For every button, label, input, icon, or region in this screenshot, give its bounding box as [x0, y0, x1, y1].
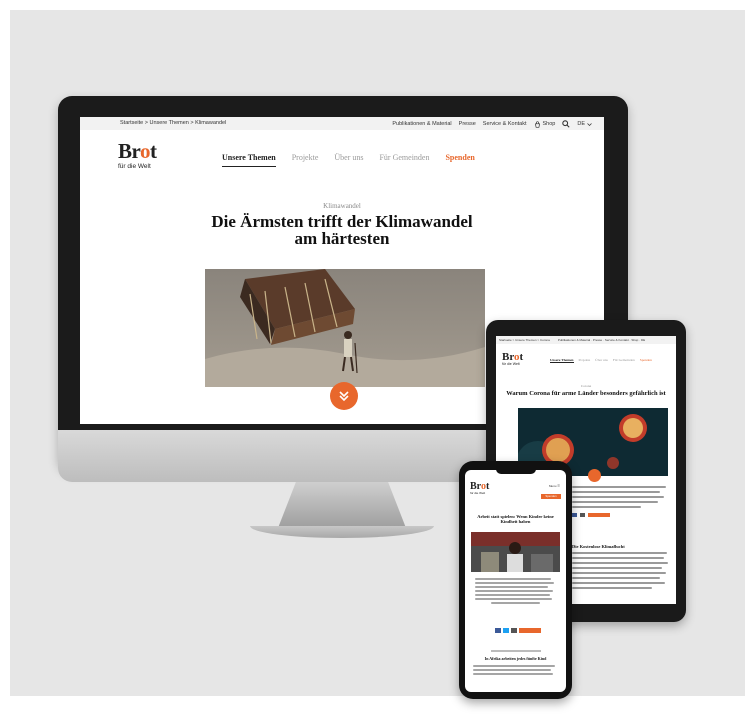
shop-icon — [534, 120, 540, 128]
tablet-intro-text — [572, 486, 670, 517]
phone-notch — [496, 466, 536, 474]
tablet-section-heading: Die Kostenlose Klimaflucht — [572, 544, 625, 549]
hero-image — [205, 269, 485, 387]
tablet-nav-projekte[interactable]: Projekte — [579, 358, 591, 363]
tablet-nav-unsere-themen[interactable]: Unsere Themen — [550, 358, 574, 363]
tablet-logo-subline: für die Welt — [502, 362, 520, 366]
logo-subline: für die Welt — [118, 163, 151, 170]
tablet-main-nav: Unsere Themen Projekte Über uns Für Geme… — [550, 358, 652, 363]
hamburger-icon: ☰ — [557, 484, 560, 488]
nav-item-projekte[interactable]: Projekte — [292, 153, 319, 167]
phone-donate-button[interactable]: Spenden — [541, 494, 561, 499]
shop-label: Shop — [542, 121, 556, 127]
tablet-brand-logo[interactable]: Brot für die Welt — [502, 352, 523, 367]
tablet-section-text — [572, 552, 672, 592]
phone-intro-text — [475, 578, 556, 606]
language-select[interactable]: DE — [577, 121, 592, 127]
article-headline: Die Ärmsten trifft der Klimawandel am hä… — [80, 213, 604, 247]
tablet-article-headline: Warum Corona für arme Länder besonders g… — [506, 390, 666, 397]
scroll-down-button[interactable] — [330, 382, 358, 410]
chevron-double-down-icon — [339, 391, 349, 402]
tablet-scroll-down-button[interactable] — [588, 469, 601, 482]
article-kicker: Klimawandel — [323, 202, 361, 210]
phone-menu-label: Menu — [548, 484, 557, 488]
tablet-topbar: Startseite > Unsere Themen > Corona Publ… — [496, 336, 676, 344]
nav-item-ueber-uns[interactable]: Über uns — [334, 153, 363, 167]
phone-screen: Brot für die Welt Menu ☰ Spenden Arbeit … — [465, 470, 566, 692]
logo-wordmark: Brot — [118, 139, 157, 163]
tablet-utility-nav[interactable]: Publikationen & Material · Presse · Serv… — [558, 338, 645, 342]
phone-share-icon[interactable] — [511, 628, 517, 633]
language-label: DE — [577, 121, 585, 127]
utility-link-press[interactable]: Presse — [459, 121, 476, 127]
phone-logo-subline: für die Welt — [470, 491, 486, 495]
tablet-share-icon[interactable] — [580, 513, 585, 517]
utility-link-service[interactable]: Service & Kontakt — [483, 121, 527, 127]
tablet-nav-spenden[interactable]: Spenden — [640, 358, 652, 363]
phone-menu-button[interactable]: Menu ☰ — [549, 484, 560, 488]
shop-link[interactable]: Shop — [534, 120, 556, 128]
phone-divider — [491, 650, 541, 652]
utility-link-publications[interactable]: Publikationen & Material — [392, 121, 451, 127]
headline-line-1: Die Ärmsten trifft der Klimawandel — [211, 212, 473, 231]
tablet-article-kicker: Corona — [580, 384, 592, 388]
desktop-monitor-stand — [278, 482, 406, 528]
tablet-breadcrumb[interactable]: Startseite > Unsere Themen > Corona — [499, 338, 550, 342]
phone-section-text — [473, 665, 558, 677]
tablet-nav-fuer-gemeinden[interactable]: Für Gemeinden — [613, 358, 635, 363]
main-nav: Unsere Themen Projekte Über uns Für Geme… — [222, 153, 475, 167]
utility-nav: Publikationen & Material Presse Service … — [392, 120, 592, 128]
phone-hero-image — [471, 532, 560, 572]
tablet-nav-ueber-uns[interactable]: Über uns — [595, 358, 608, 363]
phone-article-headline: Arbeit statt spielen: Wenn Kinder keine … — [477, 514, 554, 524]
phone-twitter-icon[interactable] — [503, 628, 509, 633]
nav-item-spenden[interactable]: Spenden — [445, 153, 474, 167]
tablet-facebook-icon[interactable] — [572, 513, 577, 517]
search-icon[interactable] — [562, 120, 570, 128]
phone-share-bar — [495, 628, 541, 633]
phone-share-donate-button[interactable] — [519, 628, 541, 633]
brand-logo[interactable]: Brot für die Welt — [118, 139, 157, 171]
phone-section-heading: In Afrika arbeiten jedes fünfte Kind — [484, 656, 547, 661]
phone-facebook-icon[interactable] — [495, 628, 501, 633]
headline-line-2: am härtesten — [294, 229, 390, 248]
nav-item-fuer-gemeinden[interactable]: Für Gemeinden — [379, 153, 429, 167]
desktop-topbar: Startseite > Unsere Themen > Klimawandel… — [80, 117, 604, 130]
tablet-donate-button[interactable] — [588, 513, 610, 517]
breadcrumb[interactable]: Startseite > Unsere Themen > Klimawandel — [120, 120, 226, 126]
chevron-down-icon — [587, 122, 592, 126]
tablet-share-bar — [572, 513, 670, 517]
phone-brand-logo[interactable]: Brot für die Welt — [470, 482, 489, 495]
nav-item-unsere-themen[interactable]: Unsere Themen — [222, 153, 276, 167]
